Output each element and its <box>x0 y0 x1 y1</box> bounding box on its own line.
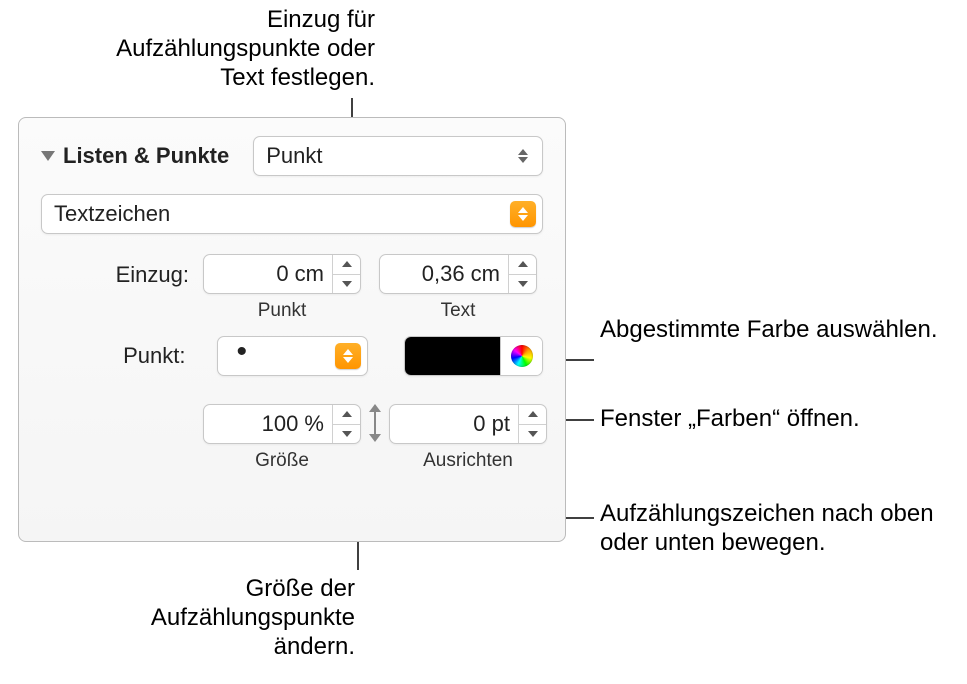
indent-bullet-value: 0 cm <box>204 255 332 293</box>
stepper-down[interactable] <box>519 424 546 444</box>
annotation-indent: Einzug für Aufzählungspunkte oder Text f… <box>95 6 375 92</box>
chevrons-icon <box>510 201 536 227</box>
stepper-down[interactable] <box>509 274 536 294</box>
bullet-format-value: Textzeichen <box>54 201 170 227</box>
indent-bullet-sublabel: Punkt <box>258 300 307 322</box>
indent-bullet-field[interactable]: 0 cm <box>203 254 361 294</box>
bullet-format-select[interactable]: Textzeichen <box>41 194 543 234</box>
stepper-up[interactable] <box>333 405 360 424</box>
list-style-value: Punkt <box>266 143 322 169</box>
stepper-up[interactable] <box>509 255 536 274</box>
indent-label: Einzug: <box>41 262 189 288</box>
annotation-color-swatch: Abgestimmte Farbe auswählen. <box>600 316 950 345</box>
color-wheel-icon <box>511 345 533 367</box>
disclosure-triangle-icon[interactable] <box>41 151 55 161</box>
stepper-up[interactable] <box>519 405 546 424</box>
color-swatch[interactable] <box>405 337 500 375</box>
indent-text-value: 0,36 cm <box>380 255 508 293</box>
list-style-select[interactable]: Punkt <box>253 136 543 176</box>
indent-text-field[interactable]: 0,36 cm <box>379 254 537 294</box>
size-sublabel: Größe <box>255 450 309 472</box>
indent-text-sublabel: Text <box>441 300 476 322</box>
chevrons-icon <box>510 143 536 169</box>
align-value: 0 pt <box>390 405 518 443</box>
annotation-align: Aufzählungszeichen nach oben oder unten … <box>600 500 967 558</box>
stepper-up[interactable] <box>333 255 360 274</box>
lists-bullets-panel: Listen & Punkte Punkt Textzeichen Einzug… <box>18 117 566 542</box>
chevrons-icon <box>335 343 361 369</box>
bullet-label: Punkt: <box>41 343 185 369</box>
stepper-down[interactable] <box>333 274 360 294</box>
stepper-down[interactable] <box>333 424 360 444</box>
bullet-glyph-select[interactable]: • <box>217 336 368 376</box>
size-value: 100 % <box>204 405 332 443</box>
align-sublabel: Ausrichten <box>423 450 513 472</box>
annotation-color-picker: Fenster „Farben“ öffnen. <box>600 405 950 434</box>
section-title: Listen & Punkte <box>63 143 229 169</box>
size-field[interactable]: 100 % <box>203 404 361 444</box>
align-field[interactable]: 0 pt <box>389 404 547 444</box>
annotation-size: Größe der Aufzählungspunkte ändern. <box>75 575 355 661</box>
color-picker-button[interactable] <box>500 337 542 375</box>
